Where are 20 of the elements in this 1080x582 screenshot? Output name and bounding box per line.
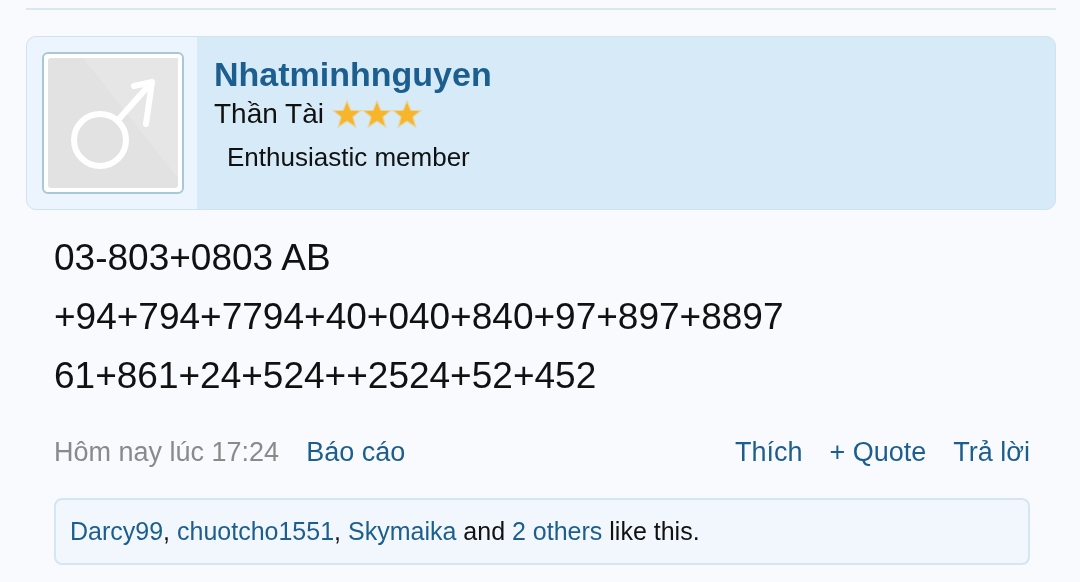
action-link[interactable]: + Quote [829,437,927,468]
post-time: Hôm nay lúc 17:24 [54,437,280,468]
likes-text: , [163,517,172,546]
user-rank: Thần Tài [214,98,324,130]
report-link[interactable]: Báo cáo [306,437,406,468]
likes-text: , [334,517,343,546]
likes-text: and [462,517,507,546]
likes-text: like this. [608,517,700,546]
username-link[interactable]: Nhatminhnguyen [214,55,492,94]
action-link[interactable]: Thích [734,437,803,468]
avatar-male-symbol-icon[interactable] [42,52,184,194]
liker-link[interactable]: 2 others [512,517,603,546]
message-text: 61+861+24+524++2524+52+452 [54,354,598,398]
user-title: Enthusiastic member [227,142,471,173]
message-text: 03-803+0803 AB [54,236,332,280]
action-link[interactable]: Trả lời [953,437,1030,468]
message-text: +94+794+7794+40+040+840+97+897+8897 [54,295,785,339]
liker-link[interactable]: Skymaika [348,517,457,546]
liker-link[interactable]: Darcy99 [70,517,164,546]
liker-link[interactable]: chuotcho1551 [177,517,335,546]
